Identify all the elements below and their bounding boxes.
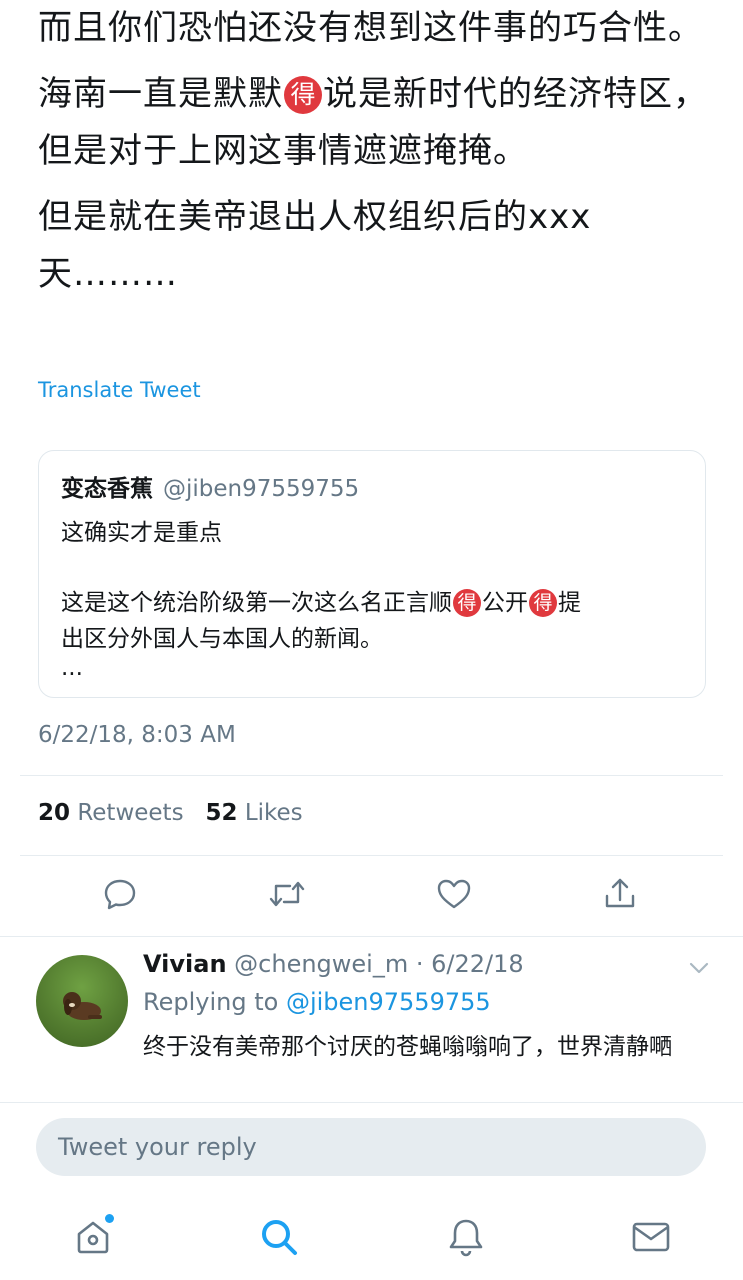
likes-stat[interactable]: 52 Likes — [206, 800, 303, 826]
avatar[interactable] — [36, 955, 128, 1047]
reply-button[interactable] — [98, 872, 142, 916]
divider — [20, 775, 723, 776]
tab-messages[interactable] — [628, 1214, 674, 1260]
share-button[interactable] — [598, 872, 642, 916]
quoted-line-4: ... — [61, 655, 83, 681]
de-emoji-icon: 得 — [284, 76, 322, 114]
retweet-icon — [269, 881, 305, 907]
tweet-timestamp[interactable]: 6/22/18, 8:03 AM — [38, 722, 236, 748]
reply-author-meta: @chengwei_m · 6/22/18 — [234, 950, 524, 978]
tweet-stats: 20 Retweets 52 Likes — [38, 800, 303, 826]
translate-tweet-link[interactable]: Translate Tweet — [38, 378, 201, 402]
bottom-tab-bar — [0, 1200, 743, 1280]
like-button[interactable] — [432, 872, 476, 916]
tab-home[interactable] — [70, 1214, 116, 1260]
quoted-author-handle: @jiben97559755 — [163, 476, 360, 502]
quoted-tweet-card[interactable]: 变态香蕉 @jiben97559755 这确实才是重点 这是这个统治阶级第一次这么… — [38, 450, 706, 698]
reply-icon — [104, 879, 136, 910]
divider — [0, 1102, 743, 1103]
messages-icon — [632, 1222, 670, 1252]
like-icon — [437, 879, 471, 909]
notifications-icon — [449, 1219, 483, 1257]
replying-to: Replying to @jiben97559755 — [143, 988, 491, 1016]
quoted-line-2: 这是这个统治阶级第一次这么名正言顺得公开得提 — [61, 589, 581, 617]
chevron-down-icon — [689, 962, 709, 974]
home-icon — [77, 1221, 109, 1254]
notification-dot — [105, 1214, 114, 1223]
search-icon — [262, 1220, 297, 1255]
reply-composer-input[interactable]: Tweet your reply — [36, 1118, 706, 1176]
reply-header: Vivian @chengwei_m · 6/22/18 — [143, 950, 524, 978]
tweet-actions — [0, 872, 743, 916]
tweet-paragraph-1: 而且你们恐怕还没有想到这件事的巧合性。 — [38, 8, 703, 48]
tweet-paragraph-2: 海南一直是默默得说是新时代的经济特区，但是对于上网这事情遮遮掩掩。 — [38, 74, 708, 171]
dog-avatar-icon — [63, 992, 102, 1020]
quoted-tweet-header: 变态香蕉 @jiben97559755 — [61, 469, 359, 503]
de-emoji-icon: 得 — [453, 589, 481, 617]
quoted-line-1: 这确实才是重点 — [61, 520, 222, 546]
tweet-paragraph-3: 但是就在美帝退出人权组织后的xxx天……… — [38, 197, 592, 294]
tweet-text: 而且你们恐怕还没有想到这件事的巧合性。 海南一直是默默得说是新时代的经济特区，但… — [38, 0, 718, 303]
replying-to-mention[interactable]: @jiben97559755 — [286, 988, 491, 1016]
divider — [0, 936, 743, 937]
quoted-line-3: 出区分外国人与本国人的新闻。 — [61, 626, 383, 652]
share-icon — [605, 878, 635, 908]
reply-author-name[interactable]: Vivian — [143, 950, 227, 978]
more-options-button[interactable] — [688, 960, 710, 979]
de-emoji-icon: 得 — [529, 589, 557, 617]
quoted-author-name: 变态香蕉 — [61, 476, 153, 502]
tab-notifications[interactable] — [443, 1214, 489, 1260]
tab-search[interactable] — [256, 1214, 302, 1260]
divider — [20, 855, 723, 856]
retweet-button[interactable] — [265, 872, 309, 916]
reply-text: 终于没有美帝那个讨厌的苍蝇嗡嗡响了，世界清静嗮 — [143, 1034, 672, 1060]
retweets-stat[interactable]: 20 Retweets — [38, 800, 184, 826]
